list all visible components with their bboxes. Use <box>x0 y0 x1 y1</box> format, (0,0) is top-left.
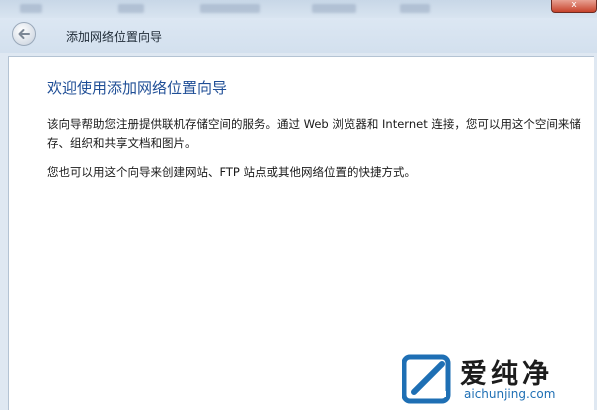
blurred-taskbar-item <box>118 4 144 13</box>
description-paragraph: 该向导帮助您注册提供联机存储空间的服务。通过 Web 浏览器和 Internet… <box>47 117 581 150</box>
blurred-taskbar-item <box>20 4 42 13</box>
wizard-window: x 添加网络位置向导 欢迎使用添加网络位置向导 该向导帮助您注册提供联机存储空间… <box>0 0 597 410</box>
watermark-logo-icon <box>402 354 451 404</box>
page-heading: 欢迎使用添加网络位置向导 <box>47 79 228 97</box>
close-button[interactable]: x <box>551 0 597 13</box>
watermark-url: aichunjing.com <box>464 387 556 401</box>
wizard-title: 添加网络位置向导 <box>66 30 163 44</box>
blurred-taskbar-item <box>312 4 356 13</box>
navigation-bar: 添加网络位置向导 <box>0 18 597 53</box>
blurred-taskbar-item <box>200 4 260 13</box>
title-bar: x <box>0 0 597 18</box>
watermark-name: 爱纯净 <box>460 359 553 390</box>
close-icon: x <box>571 0 577 10</box>
blurred-taskbar-item <box>400 4 430 13</box>
back-arrow-icon <box>18 29 30 39</box>
back-button[interactable] <box>12 22 36 46</box>
watermark: 爱纯净 aichunjing.com <box>402 350 592 408</box>
shortcut-paragraph: 您也可以用这个向导来创建网站、FTP 站点或其他网络位置的快捷方式。 <box>47 165 417 179</box>
